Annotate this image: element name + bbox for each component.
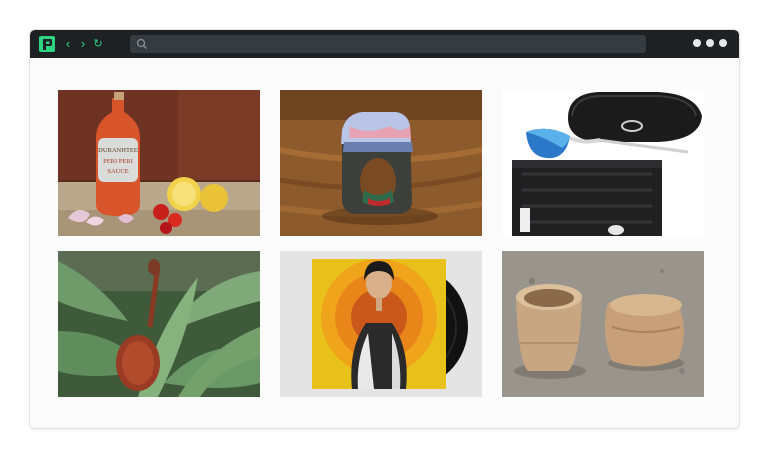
wooden-spoon-image bbox=[58, 251, 260, 397]
gallery-item-wooden-cups[interactable] bbox=[502, 251, 704, 397]
vinyl-record-image bbox=[280, 251, 482, 397]
resin-ring-image bbox=[280, 90, 482, 236]
browser-titlebar: ‹ › ↻ bbox=[30, 30, 739, 58]
gallery-item-vinyl-record[interactable] bbox=[280, 251, 482, 397]
forward-icon[interactable]: › bbox=[77, 37, 89, 51]
gallery-item-resin-ring[interactable] bbox=[280, 90, 482, 236]
back-icon[interactable]: ‹ bbox=[62, 37, 74, 51]
search-bar[interactable] bbox=[130, 35, 646, 53]
app-logo-icon[interactable] bbox=[39, 36, 55, 52]
gallery-item-hot-sauce[interactable]: DURANHTEE PERI PERI SAUCE bbox=[58, 90, 260, 236]
sunglasses-image bbox=[502, 90, 704, 236]
refresh-icon[interactable]: ↻ bbox=[92, 37, 104, 51]
bottle-label-line-3: SAUCE bbox=[107, 168, 128, 175]
gallery-item-wooden-spoon[interactable] bbox=[58, 251, 260, 397]
bottle-label-line-1: DURANHTEE bbox=[98, 147, 138, 154]
browser-window: ‹ › ↻ DURANHTEE PERI PERI SAUCE bbox=[29, 29, 740, 429]
hot-sauce-image: DURANHTEE PERI PERI SAUCE bbox=[58, 90, 260, 236]
bottle-label-line-2: PERI PERI bbox=[103, 158, 133, 165]
search-icon bbox=[136, 38, 147, 49]
search-input[interactable] bbox=[152, 35, 640, 53]
gallery-item-sunglasses[interactable] bbox=[502, 90, 704, 236]
more-options-icon[interactable] bbox=[693, 39, 729, 49]
wooden-cups-image bbox=[502, 251, 704, 397]
